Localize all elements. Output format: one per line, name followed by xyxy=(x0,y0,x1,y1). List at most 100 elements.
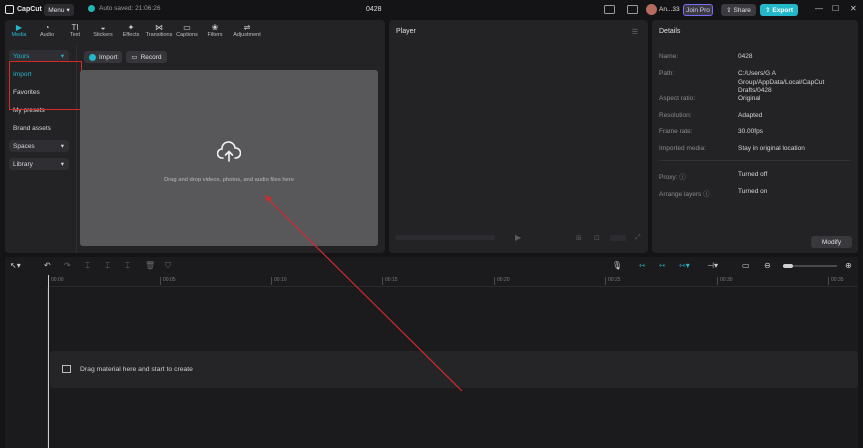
import-button[interactable]: Import xyxy=(84,51,123,63)
split-left-icon[interactable]: ⌶ xyxy=(105,261,110,271)
select-cursor-icon[interactable]: ↖▾ xyxy=(10,261,21,270)
text-icon: TI xyxy=(71,23,79,32)
tab-adjustment[interactable]: ⇌ Adjustment xyxy=(229,20,265,42)
tab-text[interactable]: TI Text xyxy=(61,20,89,42)
tab-stickers[interactable]: ◒ Stickers xyxy=(89,20,117,42)
filters-icon: ❀ xyxy=(211,23,219,32)
focus-icon[interactable]: ⊡ xyxy=(594,234,600,242)
detail-key: Name: xyxy=(659,53,679,60)
crop-icon[interactable]: ⊞ xyxy=(576,234,582,242)
record-button[interactable]: ▭ Record xyxy=(126,51,167,63)
adjustment-icon: ⇌ xyxy=(243,23,251,32)
timeline-toolbar: ↖▾ ↶ ↷ ⌶ ⌶ ⌶ 🗑 ⛉ 🎙 ⇿ ⇿ ⇿▾ ⊣▾ ▭ ⊖ ⊕ xyxy=(5,257,858,275)
import-icon xyxy=(89,53,96,61)
playhead[interactable] xyxy=(48,275,49,448)
chevron-down-icon: ▾ xyxy=(60,53,64,60)
maximize-icon[interactable]: ☐ xyxy=(832,4,839,13)
detail-key: Aspect ratio: xyxy=(659,95,696,102)
sidebar-item-spaces[interactable]: Spaces ▾ xyxy=(9,140,69,152)
share-button[interactable]: ⇪ Share xyxy=(721,4,756,16)
tab-effects[interactable]: ✦ Effects xyxy=(117,20,145,42)
tab-media[interactable]: ▶ Media xyxy=(5,20,33,42)
player-title: Player xyxy=(396,28,416,35)
sidebar-item-brand-assets[interactable]: Brand assets xyxy=(9,122,69,134)
ratio-button[interactable] xyxy=(610,235,626,241)
tab-audio[interactable]: ◔ Audio xyxy=(33,20,61,42)
close-icon[interactable]: ✕ xyxy=(850,4,857,13)
media-icon: ▶ xyxy=(15,23,23,32)
autosave-status: Auto saved: 21:06:26 xyxy=(88,5,160,12)
cloud-saved-icon xyxy=(88,5,95,12)
autosave-text: Auto saved: 21:06:26 xyxy=(99,5,161,12)
shield-icon[interactable]: ⛉ xyxy=(165,261,171,271)
join-pro-button[interactable]: Join Pro xyxy=(683,4,713,16)
media-dropzone[interactable]: Drag and drop videos, photos, and audio … xyxy=(80,70,378,246)
play-icon[interactable]: ▶ xyxy=(515,233,521,242)
track-header-gutter xyxy=(5,287,48,448)
main-track-dropzone[interactable]: Drag material here and start to create xyxy=(50,351,858,388)
caption-icon[interactable]: ▭ xyxy=(742,261,750,270)
tab-transitions[interactable]: ⋈ Transitions xyxy=(145,20,173,42)
fullscreen-icon[interactable]: ⤢ xyxy=(635,234,641,242)
zoom-out-icon[interactable]: ⊖ xyxy=(764,261,771,270)
annotation-highlight-box xyxy=(9,61,82,110)
ruler-tick: 00:25 xyxy=(605,277,621,285)
timeline-ruler[interactable]: 00:00 00:05 00:10 00:15 00:20 00:25 00:3… xyxy=(48,275,858,287)
detail-key: Arrange layers ⓘ xyxy=(659,191,710,198)
ruler-tick: 00:30 xyxy=(717,277,733,285)
redo-icon[interactable]: ↷ xyxy=(64,261,71,270)
tab-label: Audio xyxy=(39,32,55,38)
auto-snap-icon[interactable]: ⇿ xyxy=(659,261,666,270)
ruler-tick: 00:05 xyxy=(160,277,176,285)
export-label: Export xyxy=(772,6,794,14)
delete-icon[interactable]: 🗑 xyxy=(145,261,155,270)
app-name: CapCut xyxy=(17,6,42,13)
share-label: Share xyxy=(733,6,751,14)
sticker-icon: ◒ xyxy=(100,23,106,32)
effects-icon: ✦ xyxy=(127,23,135,32)
detail-value: 0428 xyxy=(738,53,753,60)
export-icon: ⇧ xyxy=(764,7,771,14)
ruler-tick: 00:35 xyxy=(828,277,844,285)
ruler-tick: 00:00 xyxy=(48,277,64,285)
linkage-icon[interactable]: ⇿▾ xyxy=(679,261,690,270)
split-icon[interactable]: ⌶ xyxy=(85,261,90,271)
record-icon: ▭ xyxy=(131,54,138,61)
microphone-icon[interactable]: 🎙 xyxy=(612,261,622,270)
player-panel: Player ☰ ▶ ⊞ ⊡ ⤢ xyxy=(389,20,648,253)
timeline-panel: ↖▾ ↶ ↷ ⌶ ⌶ ⌶ 🗑 ⛉ 🎙 ⇿ ⇿ ⇿▾ ⊣▾ ▭ ⊖ ⊕ 00:00… xyxy=(5,257,858,448)
record-label: Record xyxy=(140,53,162,61)
menu-label: Menu xyxy=(48,6,65,14)
menu-button[interactable]: Menu ▾ xyxy=(44,4,74,16)
undo-icon[interactable]: ↶ xyxy=(44,261,51,270)
detail-key: Proxy: ⓘ xyxy=(659,174,686,181)
sidebar-item-label: Brand assets xyxy=(13,124,51,132)
hamburger-icon[interactable]: ☰ xyxy=(632,28,638,36)
toolbar-tabs: ▶ Media ◔ Audio TI Text ◒ Stickers ✦ Eff… xyxy=(5,20,265,42)
avatar[interactable] xyxy=(646,4,657,15)
details-title: Details xyxy=(659,28,681,35)
sidebar-item-label: Yours xyxy=(13,52,30,60)
minimize-icon[interactable]: — xyxy=(815,4,823,13)
username[interactable]: An...33 xyxy=(659,6,680,13)
layout-icon[interactable] xyxy=(604,5,615,14)
main-track-magnet-icon[interactable]: ⇿ xyxy=(639,261,646,270)
detail-value: 30.00fps xyxy=(738,128,763,135)
captions-icon: ▭ xyxy=(183,23,191,32)
zoom-slider-handle[interactable] xyxy=(783,264,793,268)
zoom-in-icon[interactable]: ⊕ xyxy=(845,261,852,270)
tab-label: Effects xyxy=(122,32,140,38)
tab-filters[interactable]: ❀ Filters xyxy=(201,20,229,42)
export-button[interactable]: ⇧ Export xyxy=(760,4,798,16)
split-right-icon[interactable]: ⌶ xyxy=(125,261,130,271)
preview-axis-icon[interactable]: ⊣▾ xyxy=(707,261,718,270)
sidebar-item-library[interactable]: Library ▾ xyxy=(9,158,69,170)
tab-label: Captions xyxy=(176,32,198,38)
zoom-slider[interactable] xyxy=(783,264,837,268)
keyboard-icon[interactable] xyxy=(627,5,638,14)
sidebar-item-label: Library xyxy=(13,160,33,168)
import-label: Import xyxy=(99,53,118,61)
details-panel: Details Name: 0428 Path: C:/Users/G A Gr… xyxy=(652,20,858,253)
tab-captions[interactable]: ▭ Captions xyxy=(173,20,201,42)
modify-button[interactable]: Modify xyxy=(811,236,852,248)
